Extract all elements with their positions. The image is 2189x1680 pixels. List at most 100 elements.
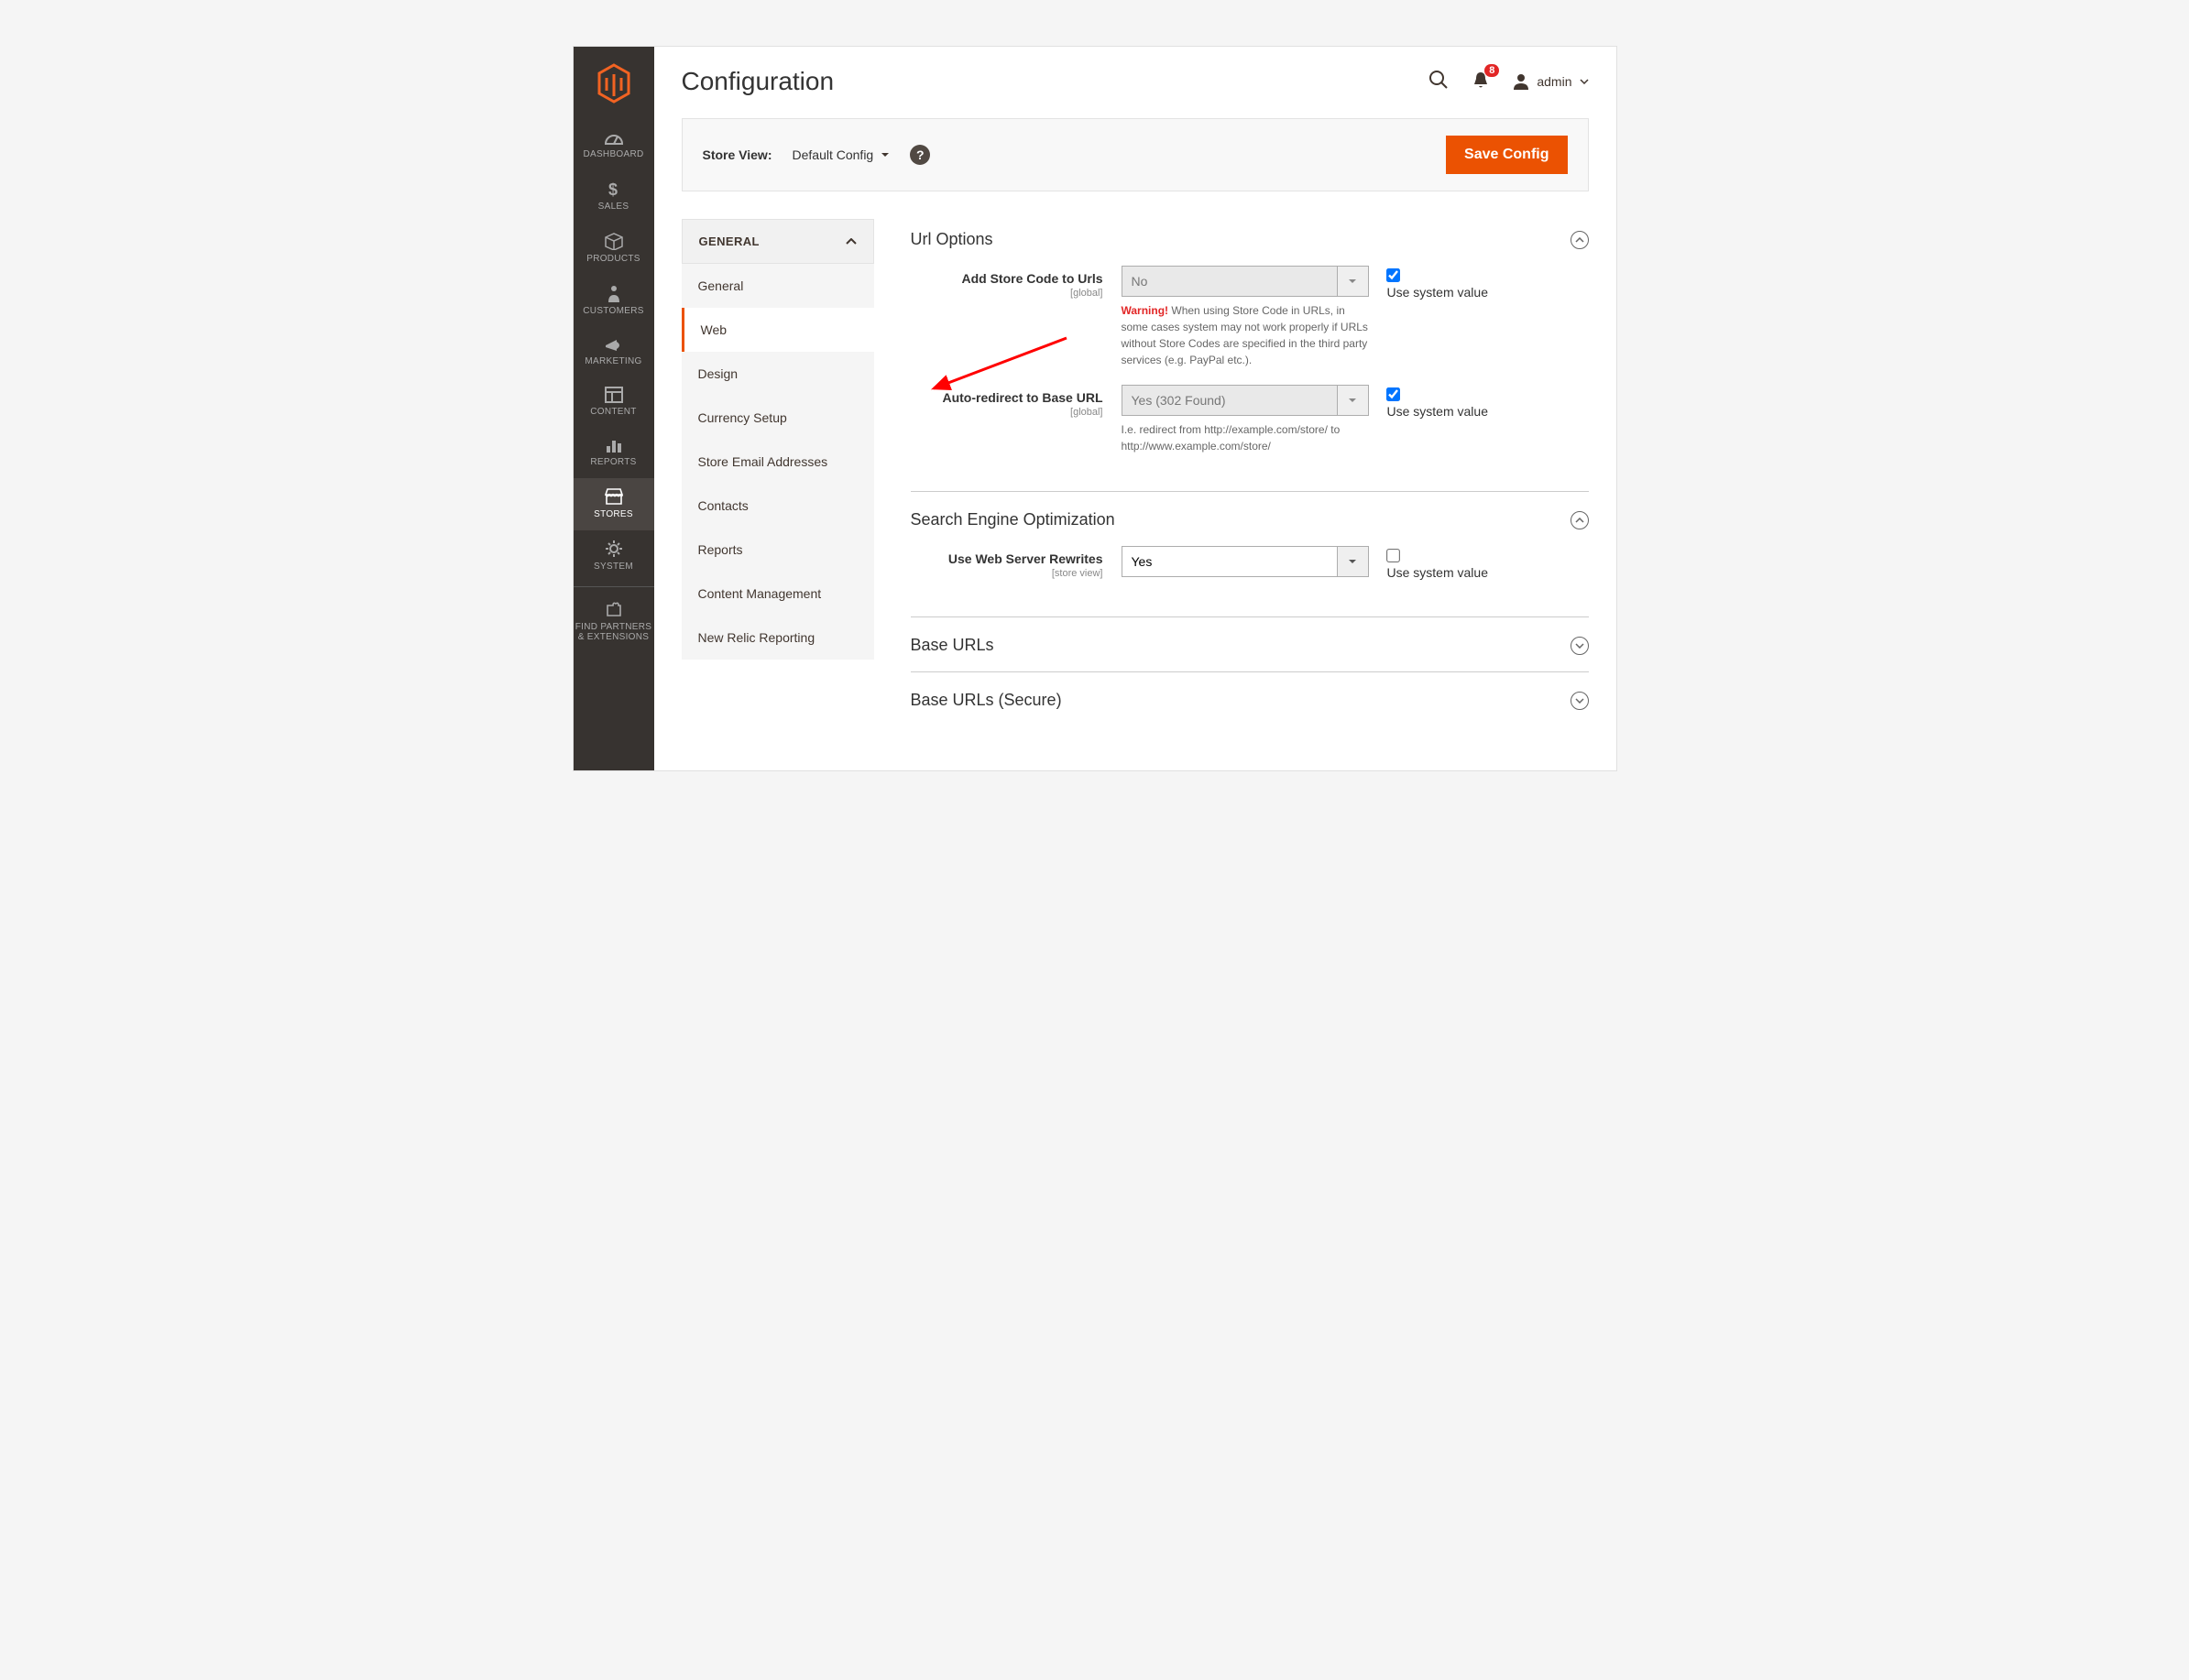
- nav-label: STORES: [574, 509, 654, 519]
- select-add-store-code[interactable]: No: [1122, 266, 1369, 297]
- checkbox[interactable]: [1386, 387, 1400, 401]
- config-nav: GENERAL General Web Design Currency Setu…: [682, 219, 874, 734]
- section-toggle-base-urls-secure[interactable]: Base URLs (Secure): [911, 680, 1589, 726]
- dollar-icon: $: [607, 180, 620, 198]
- section-toggle-base-urls[interactable]: Base URLs: [911, 625, 1589, 671]
- field-scope: [store view]: [911, 568, 1103, 579]
- chevron-down-icon: [1571, 637, 1589, 655]
- section-base-urls: Base URLs: [911, 625, 1589, 672]
- nav-sales[interactable]: $ SALES: [574, 170, 654, 223]
- nav-stores[interactable]: STORES: [574, 478, 654, 530]
- chevron-down-icon: [1571, 692, 1589, 710]
- section-url-options: Url Options Add Store Code to Urls [glob…: [911, 219, 1589, 492]
- nav-label: REPORTS: [574, 457, 654, 467]
- field-web-server-rewrites: Use Web Server Rewrites [store view] Yes: [911, 546, 1589, 580]
- caret-down-icon: [1337, 386, 1368, 415]
- section-title: Search Engine Optimization: [911, 510, 1115, 529]
- field-scope: [global]: [911, 407, 1103, 418]
- toolbar: Store View: Default Config ? Save Config: [682, 118, 1589, 191]
- caret-down-icon: [881, 152, 890, 158]
- config-item-content-management[interactable]: Content Management: [682, 572, 874, 616]
- gear-icon: [605, 540, 623, 558]
- scope-value: Default Config: [793, 147, 874, 162]
- magento-logo[interactable]: [594, 63, 634, 104]
- nav-dashboard[interactable]: DASHBOARD: [574, 120, 654, 170]
- save-config-button[interactable]: Save Config: [1446, 136, 1567, 174]
- config-item-design[interactable]: Design: [682, 352, 874, 396]
- nav-reports[interactable]: REPORTS: [574, 428, 654, 478]
- config-panels: Url Options Add Store Code to Urls [glob…: [874, 219, 1589, 734]
- search-icon[interactable]: [1428, 70, 1449, 94]
- config-item-reports[interactable]: Reports: [682, 528, 874, 572]
- nav-label: FIND PARTNERS & EXTENSIONS: [574, 622, 654, 642]
- notifications-icon[interactable]: 8: [1472, 71, 1489, 93]
- svg-text:$: $: [608, 180, 618, 198]
- bar-chart-icon: [605, 437, 623, 453]
- nav-marketing[interactable]: MARKETING: [574, 327, 654, 377]
- help-icon[interactable]: ?: [910, 145, 930, 165]
- chevron-up-icon: [1571, 231, 1589, 249]
- chevron-up-icon: [1571, 511, 1589, 529]
- nav-products[interactable]: PRODUCTS: [574, 223, 654, 275]
- section-title: Base URLs: [911, 636, 994, 655]
- page-header: Configuration 8 admin: [682, 67, 1589, 96]
- use-system-value-checkbox[interactable]: Use system value: [1387, 266, 1488, 300]
- section-seo: Search Engine Optimization Use Web Serve…: [911, 499, 1589, 617]
- section-toggle-url-options[interactable]: Url Options: [911, 219, 1589, 266]
- nav-find-partners[interactable]: FIND PARTNERS & EXTENSIONS: [574, 586, 654, 653]
- user-menu[interactable]: admin: [1513, 73, 1588, 90]
- nav-system[interactable]: SYSTEM: [574, 530, 654, 583]
- select-value: Yes (302 Found): [1122, 386, 1337, 415]
- user-icon: [1513, 73, 1529, 90]
- box-icon: [604, 232, 624, 250]
- nav-label: DASHBOARD: [574, 149, 654, 159]
- gauge-icon: [604, 129, 624, 146]
- config-item-general[interactable]: General: [682, 264, 874, 308]
- checkbox[interactable]: [1386, 549, 1400, 562]
- caret-down-icon: [1337, 267, 1368, 296]
- field-label: Use Web Server Rewrites: [948, 551, 1103, 566]
- config-item-new-relic[interactable]: New Relic Reporting: [682, 616, 874, 660]
- config-group-label: GENERAL: [699, 235, 760, 248]
- use-system-value-checkbox[interactable]: Use system value: [1387, 385, 1488, 419]
- section-toggle-seo[interactable]: Search Engine Optimization: [911, 499, 1589, 546]
- field-hint: Warning! When using Store Code in URLs, …: [1122, 302, 1369, 368]
- scope-selector[interactable]: Default Config: [793, 147, 891, 162]
- field-scope: [global]: [911, 288, 1103, 299]
- megaphone-icon: [604, 336, 624, 353]
- storefront-icon: [604, 487, 624, 506]
- select-value: Yes: [1122, 547, 1337, 576]
- field-label: Auto-redirect to Base URL: [942, 390, 1102, 405]
- section-base-urls-secure: Base URLs (Secure): [911, 680, 1589, 726]
- section-title: Url Options: [911, 230, 993, 249]
- nav-content[interactable]: CONTENT: [574, 377, 654, 428]
- config-item-store-email[interactable]: Store Email Addresses: [682, 440, 874, 484]
- nav-label: MARKETING: [574, 356, 654, 366]
- main-content: Configuration 8 admin Store View:: [654, 47, 1616, 770]
- layout-icon: [605, 387, 623, 403]
- select-auto-redirect[interactable]: Yes (302 Found): [1122, 385, 1369, 416]
- config-item-web[interactable]: Web: [682, 308, 874, 352]
- nav-label: CONTENT: [574, 407, 654, 417]
- nav-customers[interactable]: CUSTOMERS: [574, 275, 654, 327]
- config-item-currency-setup[interactable]: Currency Setup: [682, 396, 874, 440]
- select-web-server-rewrites[interactable]: Yes: [1122, 546, 1369, 577]
- nav-label: CUSTOMERS: [574, 306, 654, 316]
- checkbox[interactable]: [1386, 268, 1400, 282]
- store-view-label: Store View:: [703, 147, 772, 162]
- page-title: Configuration: [682, 67, 835, 96]
- app-window: DASHBOARD $ SALES PRODUCTS CUSTOMERS MAR…: [573, 46, 1617, 771]
- config-item-contacts[interactable]: Contacts: [682, 484, 874, 528]
- config-group-general[interactable]: GENERAL: [682, 219, 874, 264]
- section-title: Base URLs (Secure): [911, 691, 1062, 710]
- notification-badge: 8: [1484, 64, 1499, 77]
- field-add-store-code: Add Store Code to Urls [global] No Warni…: [911, 266, 1589, 368]
- nav-label: PRODUCTS: [574, 254, 654, 264]
- user-name: admin: [1537, 74, 1571, 89]
- field-hint: I.e. redirect from http://example.com/st…: [1122, 421, 1369, 454]
- caret-down-icon: [1337, 547, 1368, 576]
- caret-down-icon: [1580, 79, 1589, 84]
- use-system-value-checkbox[interactable]: Use system value: [1387, 546, 1488, 580]
- admin-sidebar: DASHBOARD $ SALES PRODUCTS CUSTOMERS MAR…: [574, 47, 654, 770]
- field-auto-redirect: Auto-redirect to Base URL [global] Yes (…: [911, 385, 1589, 454]
